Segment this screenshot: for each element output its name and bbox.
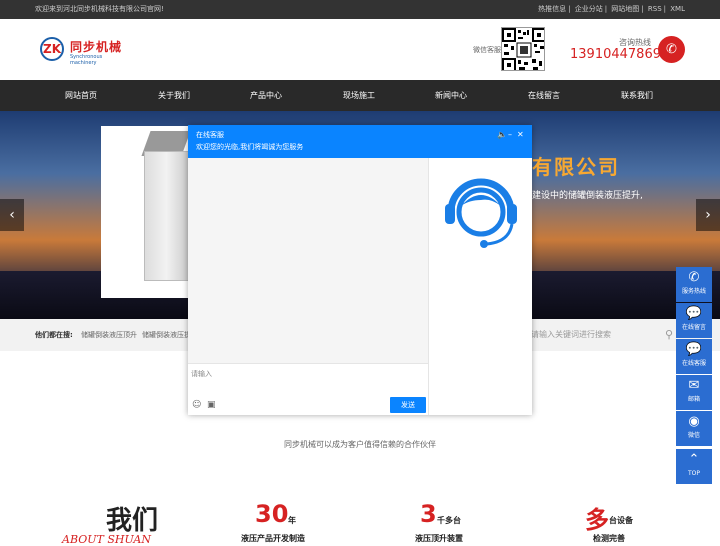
product-image (101, 126, 196, 298)
top-bar: 欢迎来到河北同步机械科技有限公司官网! 热推信息 | 企业分站 | 网站地图 | RS… (0, 0, 720, 19)
stat-desc: 液压顶升装置 (415, 534, 463, 543)
chat-greeting: 欢迎您的光临,我们将竭诚为您服务 (196, 143, 304, 151)
hot-keyword[interactable]: 储罐倒装液压顶升 (81, 319, 137, 351)
nav-item-about[interactable]: 关于我们 (158, 80, 190, 111)
main-nav: 网站首页 关于我们 产品中心 现场施工 新闻中心 在线留言 联系我们 (0, 80, 720, 111)
chat-window: 在线客服 欢迎您的光临,我们将竭诚为您服务 🔈 – ✕ 请输入 ☺ ▣ 发送 (188, 125, 532, 415)
stat-number: 3 (420, 500, 437, 528)
minimize-icon[interactable]: – (508, 130, 512, 139)
customer-service-avatar-icon (445, 178, 517, 248)
logo-text-cn: 同步机械 (70, 40, 123, 54)
float-wechat-button[interactable]: ◉ 微信 (676, 411, 712, 446)
hot-search-label: 他们都在搜: (35, 331, 73, 339)
float-label: TOP (687, 470, 700, 477)
image-icon[interactable]: ▣ (207, 400, 216, 410)
search-input[interactable]: 请输入关键词进行搜索 (531, 319, 611, 351)
welcome-text: 欢迎来到河北同步机械科技有限公司官网! (35, 5, 164, 13)
float-hotline-button[interactable]: ✆ 服务热线 (676, 267, 712, 302)
chat-side-panel (428, 158, 532, 415)
phone-icon[interactable]: ✆ (658, 36, 685, 63)
top-link-branch[interactable]: 企业分站 (575, 5, 603, 13)
stat-unit: 年 (288, 516, 296, 525)
nav-item-construction[interactable]: 现场施工 (343, 80, 375, 111)
stat-desc: 液压产品开发制造 (241, 534, 305, 543)
logo-text-en: Synchronous machinery (70, 54, 103, 66)
logo-mark-icon: ZK (40, 37, 64, 61)
logo[interactable]: ZK 同步机械 Synchronous machinery (40, 37, 130, 66)
banner-title: 有限公司 (532, 155, 620, 179)
wechat-service-label: 微信客服 (473, 46, 501, 54)
send-button[interactable]: 发送 (390, 397, 426, 413)
mail-icon: ✉ (688, 378, 700, 393)
machine-body (144, 151, 189, 281)
hotline-number[interactable]: 13910447869 (570, 47, 661, 62)
company-slogan: 同步机械可以成为客户值得信赖的合作伙伴 (284, 440, 436, 449)
nav-item-contact[interactable]: 联系我们 (621, 80, 653, 111)
banner-subtitle: 建设中的储罐倒装液压提升, (532, 191, 643, 201)
about-heading: 我们 (106, 506, 159, 536)
chat-icon: 💬 (685, 306, 703, 321)
site-header: ZK 同步机械 Synchronous machinery 微信客服 咨询热线 … (0, 19, 720, 80)
phone-icon: ✆ (688, 270, 700, 285)
stat-unit: 千多台 (437, 516, 461, 525)
float-label: 在线留言 (681, 324, 706, 331)
nav-item-products[interactable]: 产品中心 (250, 80, 282, 111)
stat-number: 30 (255, 500, 289, 528)
chat-header: 在线客服 欢迎您的光临,我们将竭诚为您服务 🔈 – ✕ (188, 125, 532, 158)
banner-prev-arrow-icon[interactable]: ‹ (0, 199, 24, 231)
float-label: 微信 (687, 432, 700, 439)
float-label: 在线客服 (681, 360, 706, 367)
stat-unit: 台设备 (609, 516, 633, 525)
stat-desc: 检测完善 (593, 534, 625, 543)
wechat-icon: ◉ (688, 414, 700, 429)
hot-keyword[interactable]: 储罐倒装液压提 (142, 319, 191, 351)
chat-input[interactable]: 请输入 (191, 369, 212, 379)
speaker-icon[interactable]: 🔈 (497, 130, 507, 139)
float-label: 服务热线 (681, 288, 706, 295)
float-mail-button[interactable]: ✉ 邮箱 (676, 375, 712, 410)
top-link-xml[interactable]: XML (670, 5, 685, 13)
close-icon[interactable]: ✕ (517, 130, 524, 139)
chat-input-area: 请输入 ☺ ▣ 发送 (188, 363, 428, 415)
nav-item-news[interactable]: 新闻中心 (435, 80, 467, 111)
chat-title: 在线客服 (196, 131, 224, 139)
top-link-sitemap[interactable]: 网站地图 (611, 5, 639, 13)
top-link-rss[interactable]: RSS (648, 5, 662, 13)
chat-icon: 💬 (685, 342, 703, 357)
stat-number: 多 (585, 506, 609, 534)
about-stats: 我们 ABOUT SHUAN 30 年 液压产品开发制造 3 千多台 液压顶升装… (0, 500, 720, 546)
chat-messages-area (188, 158, 428, 363)
float-message-button[interactable]: 💬 在线留言 (676, 303, 712, 338)
top-link-hot[interactable]: 热推信息 (538, 5, 566, 13)
float-service-button[interactable]: 💬 在线客服 (676, 339, 712, 374)
wechat-qr-code (501, 27, 545, 71)
search-icon[interactable]: ⚲ (665, 319, 673, 351)
top-links: 热推信息 | 企业分站 | 网站地图 | RSS | XML (538, 5, 685, 13)
float-top-button[interactable]: ⌃ TOP (676, 449, 712, 484)
float-label: 邮箱 (687, 396, 700, 403)
emoji-icon[interactable]: ☺ (192, 400, 201, 410)
banner-next-arrow-icon[interactable]: › (696, 199, 720, 231)
qr-pattern (502, 28, 544, 70)
up-arrow-icon: ⌃ (688, 452, 700, 467)
nav-item-home[interactable]: 网站首页 (65, 80, 97, 111)
nav-item-message[interactable]: 在线留言 (528, 80, 560, 111)
